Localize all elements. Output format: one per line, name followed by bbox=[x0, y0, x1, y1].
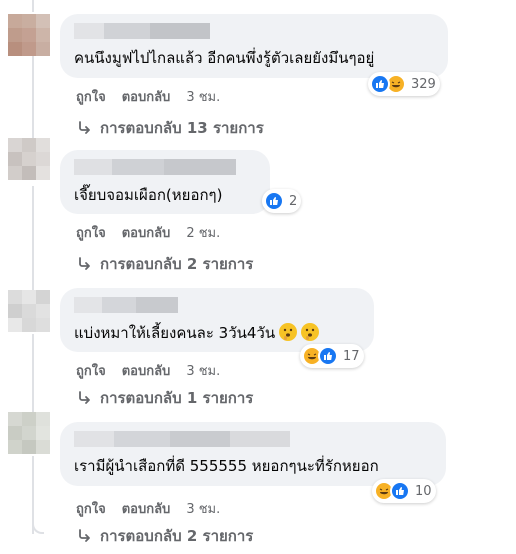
comment-text: เจี๊ยบจอมเผือก(หยอกๆ) bbox=[74, 186, 223, 204]
reply-arrow-icon bbox=[79, 257, 90, 270]
comment-actions: ถูกใจ ตอบกลับ 3 ชม. bbox=[76, 498, 220, 519]
reaction-count: 2 bbox=[289, 193, 298, 209]
reply-arrow-icon bbox=[79, 391, 90, 404]
avatar[interactable] bbox=[8, 412, 50, 454]
redacted-author-name[interactable] bbox=[74, 297, 360, 313]
replies-label: การตอบกลับ 1 รายการ bbox=[100, 389, 254, 407]
redacted-author-name[interactable] bbox=[74, 23, 434, 39]
view-replies-button[interactable]: การตอบกลับ 2 รายการ bbox=[76, 252, 253, 276]
like-button[interactable]: ถูกใจ bbox=[76, 222, 106, 243]
like-icon bbox=[264, 191, 284, 211]
comment-text: เรามีผู้นำเสือกที่ดี 555555 หยอกๆนะที่รั… bbox=[74, 457, 379, 475]
reply-arrow-icon bbox=[79, 529, 90, 542]
like-icon bbox=[370, 74, 390, 94]
like-icon bbox=[318, 346, 338, 366]
avatar[interactable] bbox=[8, 290, 50, 332]
timestamp[interactable]: 3 ชม. bbox=[186, 498, 220, 519]
comment-bubble: แบ่งหมาให้เลี้ยงคนละ 3วัน4วัน bbox=[60, 288, 374, 352]
view-replies-button[interactable]: การตอบกลับ 13 รายการ bbox=[76, 116, 264, 140]
reactions-summary[interactable]: 2 bbox=[262, 189, 302, 213]
reactions-summary[interactable]: 329 bbox=[368, 72, 440, 96]
comment-bubble: คนนึงมูฟไปไกลแล้ว อีกคนพึ่งรู้ตัวเลยยังม… bbox=[60, 14, 448, 78]
comment-text: คนนึงมูฟไปไกลแล้ว อีกคนพึ่งรู้ตัวเลยยังม… bbox=[74, 49, 375, 67]
timestamp[interactable]: 3 ชม. bbox=[186, 86, 220, 107]
thread-line bbox=[32, 56, 34, 146]
thread-line bbox=[32, 334, 34, 414]
reply-arrow-icon bbox=[79, 121, 90, 134]
avatar[interactable] bbox=[8, 14, 50, 56]
comment-actions: ถูกใจ ตอบกลับ 3 ชม. bbox=[76, 86, 220, 107]
like-icon bbox=[390, 481, 410, 501]
reaction-count: 17 bbox=[343, 348, 360, 364]
redacted-author-name[interactable] bbox=[74, 159, 256, 175]
comment-actions: ถูกใจ ตอบกลับ 3 ชม. bbox=[76, 360, 220, 381]
reply-button[interactable]: ตอบกลับ bbox=[122, 222, 171, 243]
comment-text-body: แบ่งหมาให้เลี้ยงคนละ 3วัน4วัน bbox=[74, 324, 276, 342]
replies-label: การตอบกลับ 2 รายการ bbox=[100, 255, 254, 273]
avatar[interactable] bbox=[8, 138, 50, 180]
reaction-count: 329 bbox=[411, 76, 436, 92]
replies-label: การตอบกลับ 13 รายการ bbox=[100, 119, 264, 137]
reaction-count: 10 bbox=[415, 483, 432, 499]
reactions-summary[interactable]: 10 bbox=[372, 479, 436, 503]
like-button[interactable]: ถูกใจ bbox=[76, 498, 106, 519]
like-button[interactable]: ถูกใจ bbox=[76, 86, 106, 107]
comment-actions: ถูกใจ ตอบกลับ 2 ชม. bbox=[76, 222, 220, 243]
replies-label: การตอบกลับ 2 รายการ bbox=[100, 527, 254, 545]
thread-line bbox=[32, 0, 34, 12]
comment-bubble: เจี๊ยบจอมเผือก(หยอกๆ) bbox=[60, 150, 270, 214]
redacted-author-name[interactable] bbox=[74, 431, 432, 447]
view-replies-button[interactable]: การตอบกลับ 2 รายการ bbox=[76, 524, 253, 548]
timestamp[interactable]: 2 ชม. bbox=[186, 222, 220, 243]
comment-bubble: เรามีผู้นำเสือกที่ดี 555555 หยอกๆนะที่รั… bbox=[60, 422, 446, 486]
reply-button[interactable]: ตอบกลับ bbox=[122, 360, 171, 381]
view-replies-button[interactable]: การตอบกลับ 1 รายการ bbox=[76, 386, 253, 410]
shushing-face-icon bbox=[301, 323, 320, 341]
timestamp[interactable]: 3 ชม. bbox=[186, 360, 220, 381]
thread-line bbox=[32, 186, 34, 290]
like-button[interactable]: ถูกใจ bbox=[76, 360, 106, 381]
reply-button[interactable]: ตอบกลับ bbox=[122, 86, 171, 107]
shushing-face-icon bbox=[279, 323, 298, 341]
reply-button[interactable]: ตอบกลับ bbox=[122, 498, 171, 519]
comment-text: แบ่งหมาให้เลี้ยงคนละ 3วัน4วัน bbox=[74, 323, 360, 343]
reactions-summary[interactable]: 17 bbox=[300, 344, 364, 368]
